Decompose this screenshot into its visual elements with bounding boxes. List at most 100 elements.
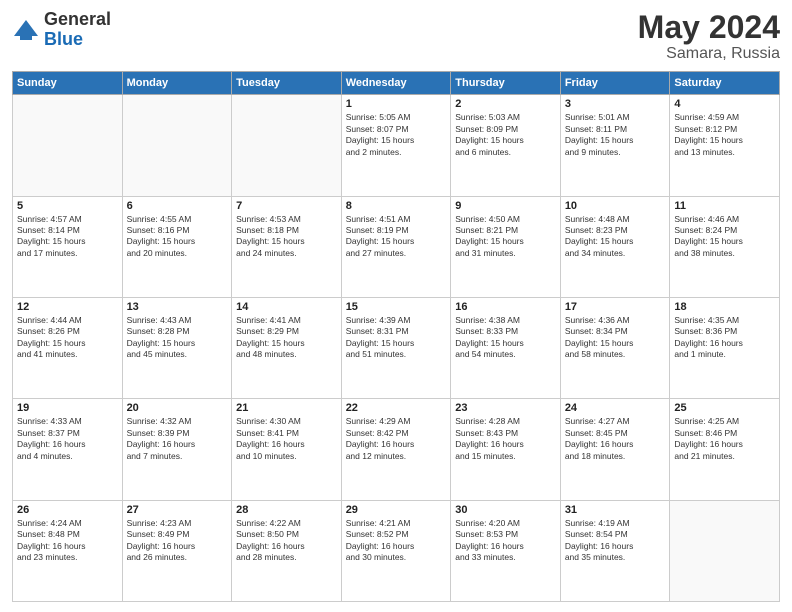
day-number: 2 <box>455 98 556 110</box>
day-info: Sunrise: 4:55 AM Sunset: 8:16 PM Dayligh… <box>127 214 228 260</box>
header-row: Sunday Monday Tuesday Wednesday Thursday… <box>13 72 780 95</box>
day-number: 13 <box>127 301 228 313</box>
table-row <box>670 500 780 601</box>
table-row: 19Sunrise: 4:33 AM Sunset: 8:37 PM Dayli… <box>13 399 123 500</box>
table-row: 12Sunrise: 4:44 AM Sunset: 8:26 PM Dayli… <box>13 297 123 398</box>
table-row: 14 Sunrise: 4:41 AM Sunset: 8:29 PM Dayli… <box>232 297 342 398</box>
day-number: 30 <box>455 504 556 516</box>
day-number: 17 <box>565 301 666 313</box>
day-info: Sunrise: 4:41 AM Sunset: 8:29 PM Dayligh… <box>236 315 337 361</box>
day-number: 7 <box>236 200 337 212</box>
location-title: Samara, Russia <box>638 45 780 63</box>
day-info: Sunrise: 4:28 AM Sunset: 8:43 PM Dayligh… <box>455 416 556 462</box>
day-info: Sunrise: 4:57 AM Sunset: 8:14 PM Dayligh… <box>17 214 118 260</box>
table-row: 10 Sunrise: 4:48 AM Sunset: 8:23 PM Dayli… <box>560 196 670 297</box>
day-number: 24 <box>565 402 666 414</box>
table-row: 16 Sunrise: 4:38 AM Sunset: 8:33 PM Dayli… <box>451 297 561 398</box>
week-row-0: 1 Sunrise: 5:05 AM Sunset: 8:07 PM Daylig… <box>13 95 780 196</box>
logo-text: General Blue <box>44 10 111 50</box>
table-row: 8 Sunrise: 4:51 AM Sunset: 8:19 PM Daylig… <box>341 196 451 297</box>
day-number: 18 <box>674 301 775 313</box>
day-number: 16 <box>455 301 556 313</box>
day-info: Sunrise: 4:19 AM Sunset: 8:54 PM Dayligh… <box>565 518 666 564</box>
table-row: 7Sunrise: 4:53 AM Sunset: 8:18 PM Daylig… <box>232 196 342 297</box>
day-number: 21 <box>236 402 337 414</box>
table-row: 18 Sunrise: 4:35 AM Sunset: 8:36 PM Dayli… <box>670 297 780 398</box>
col-saturday: Saturday <box>670 72 780 95</box>
page: General Blue May 2024 Samara, Russia Sun… <box>0 0 792 612</box>
logo-icon <box>12 16 40 44</box>
col-sunday: Sunday <box>13 72 123 95</box>
logo-general-text: General <box>44 10 111 30</box>
table-row: 11 Sunrise: 4:46 AM Sunset: 8:24 PM Dayli… <box>670 196 780 297</box>
table-row <box>122 95 232 196</box>
col-wednesday: Wednesday <box>341 72 451 95</box>
day-info: Sunrise: 5:01 AM Sunset: 8:11 PM Dayligh… <box>565 112 666 158</box>
day-number: 9 <box>455 200 556 212</box>
day-number: 15 <box>346 301 447 313</box>
day-info: Sunrise: 4:35 AM Sunset: 8:36 PM Dayligh… <box>674 315 775 361</box>
day-info: Sunrise: 4:48 AM Sunset: 8:23 PM Dayligh… <box>565 214 666 260</box>
day-info: Sunrise: 4:21 AM Sunset: 8:52 PM Dayligh… <box>346 518 447 564</box>
day-number: 14 <box>236 301 337 313</box>
day-info: Sunrise: 4:46 AM Sunset: 8:24 PM Dayligh… <box>674 214 775 260</box>
day-info: Sunrise: 5:05 AM Sunset: 8:07 PM Dayligh… <box>346 112 447 158</box>
week-row-2: 12Sunrise: 4:44 AM Sunset: 8:26 PM Dayli… <box>13 297 780 398</box>
table-row: 22 Sunrise: 4:29 AM Sunset: 8:42 PM Dayli… <box>341 399 451 500</box>
day-info: Sunrise: 4:29 AM Sunset: 8:42 PM Dayligh… <box>346 416 447 462</box>
col-thursday: Thursday <box>451 72 561 95</box>
day-info: Sunrise: 4:36 AM Sunset: 8:34 PM Dayligh… <box>565 315 666 361</box>
table-row: 2 Sunrise: 5:03 AM Sunset: 8:09 PM Daylig… <box>451 95 561 196</box>
table-row: 1 Sunrise: 5:05 AM Sunset: 8:07 PM Daylig… <box>341 95 451 196</box>
col-tuesday: Tuesday <box>232 72 342 95</box>
table-row: 6 Sunrise: 4:55 AM Sunset: 8:16 PM Daylig… <box>122 196 232 297</box>
day-number: 20 <box>127 402 228 414</box>
table-row: 13Sunrise: 4:43 AM Sunset: 8:28 PM Dayli… <box>122 297 232 398</box>
table-row: 4Sunrise: 4:59 AM Sunset: 8:12 PM Daylig… <box>670 95 780 196</box>
day-number: 22 <box>346 402 447 414</box>
table-row: 25 Sunrise: 4:25 AM Sunset: 8:46 PM Dayli… <box>670 399 780 500</box>
day-number: 31 <box>565 504 666 516</box>
day-info: Sunrise: 4:23 AM Sunset: 8:49 PM Dayligh… <box>127 518 228 564</box>
day-number: 6 <box>127 200 228 212</box>
week-row-4: 26Sunrise: 4:24 AM Sunset: 8:48 PM Dayli… <box>13 500 780 601</box>
day-info: Sunrise: 5:03 AM Sunset: 8:09 PM Dayligh… <box>455 112 556 158</box>
table-row: 24Sunrise: 4:27 AM Sunset: 8:45 PM Dayli… <box>560 399 670 500</box>
day-info: Sunrise: 4:22 AM Sunset: 8:50 PM Dayligh… <box>236 518 337 564</box>
table-row: 20Sunrise: 4:32 AM Sunset: 8:39 PM Dayli… <box>122 399 232 500</box>
table-row: 15 Sunrise: 4:39 AM Sunset: 8:31 PM Dayli… <box>341 297 451 398</box>
day-number: 29 <box>346 504 447 516</box>
day-number: 23 <box>455 402 556 414</box>
table-row: 3 Sunrise: 5:01 AM Sunset: 8:11 PM Daylig… <box>560 95 670 196</box>
table-row: 27Sunrise: 4:23 AM Sunset: 8:49 PM Dayli… <box>122 500 232 601</box>
table-row: 30Sunrise: 4:20 AM Sunset: 8:53 PM Dayli… <box>451 500 561 601</box>
table-row: 21Sunrise: 4:30 AM Sunset: 8:41 PM Dayli… <box>232 399 342 500</box>
logo-blue-text: Blue <box>44 30 111 50</box>
table-row <box>232 95 342 196</box>
day-number: 1 <box>346 98 447 110</box>
day-info: Sunrise: 4:50 AM Sunset: 8:21 PM Dayligh… <box>455 214 556 260</box>
day-number: 10 <box>565 200 666 212</box>
day-info: Sunrise: 4:59 AM Sunset: 8:12 PM Dayligh… <box>674 112 775 158</box>
day-info: Sunrise: 4:24 AM Sunset: 8:48 PM Dayligh… <box>17 518 118 564</box>
week-row-1: 5Sunrise: 4:57 AM Sunset: 8:14 PM Daylig… <box>13 196 780 297</box>
day-number: 25 <box>674 402 775 414</box>
day-number: 3 <box>565 98 666 110</box>
day-number: 12 <box>17 301 118 313</box>
day-info: Sunrise: 4:51 AM Sunset: 8:19 PM Dayligh… <box>346 214 447 260</box>
day-info: Sunrise: 4:39 AM Sunset: 8:31 PM Dayligh… <box>346 315 447 361</box>
table-row: 23 Sunrise: 4:28 AM Sunset: 8:43 PM Dayli… <box>451 399 561 500</box>
title-block: May 2024 Samara, Russia <box>638 10 780 63</box>
day-info: Sunrise: 4:38 AM Sunset: 8:33 PM Dayligh… <box>455 315 556 361</box>
month-title: May 2024 <box>638 10 780 45</box>
day-number: 28 <box>236 504 337 516</box>
col-monday: Monday <box>122 72 232 95</box>
day-number: 8 <box>346 200 447 212</box>
day-number: 11 <box>674 200 775 212</box>
table-row: 31 Sunrise: 4:19 AM Sunset: 8:54 PM Dayli… <box>560 500 670 601</box>
col-friday: Friday <box>560 72 670 95</box>
day-info: Sunrise: 4:25 AM Sunset: 8:46 PM Dayligh… <box>674 416 775 462</box>
table-row: 26Sunrise: 4:24 AM Sunset: 8:48 PM Dayli… <box>13 500 123 601</box>
table-row: 5Sunrise: 4:57 AM Sunset: 8:14 PM Daylig… <box>13 196 123 297</box>
table-row: 28 Sunrise: 4:22 AM Sunset: 8:50 PM Dayli… <box>232 500 342 601</box>
